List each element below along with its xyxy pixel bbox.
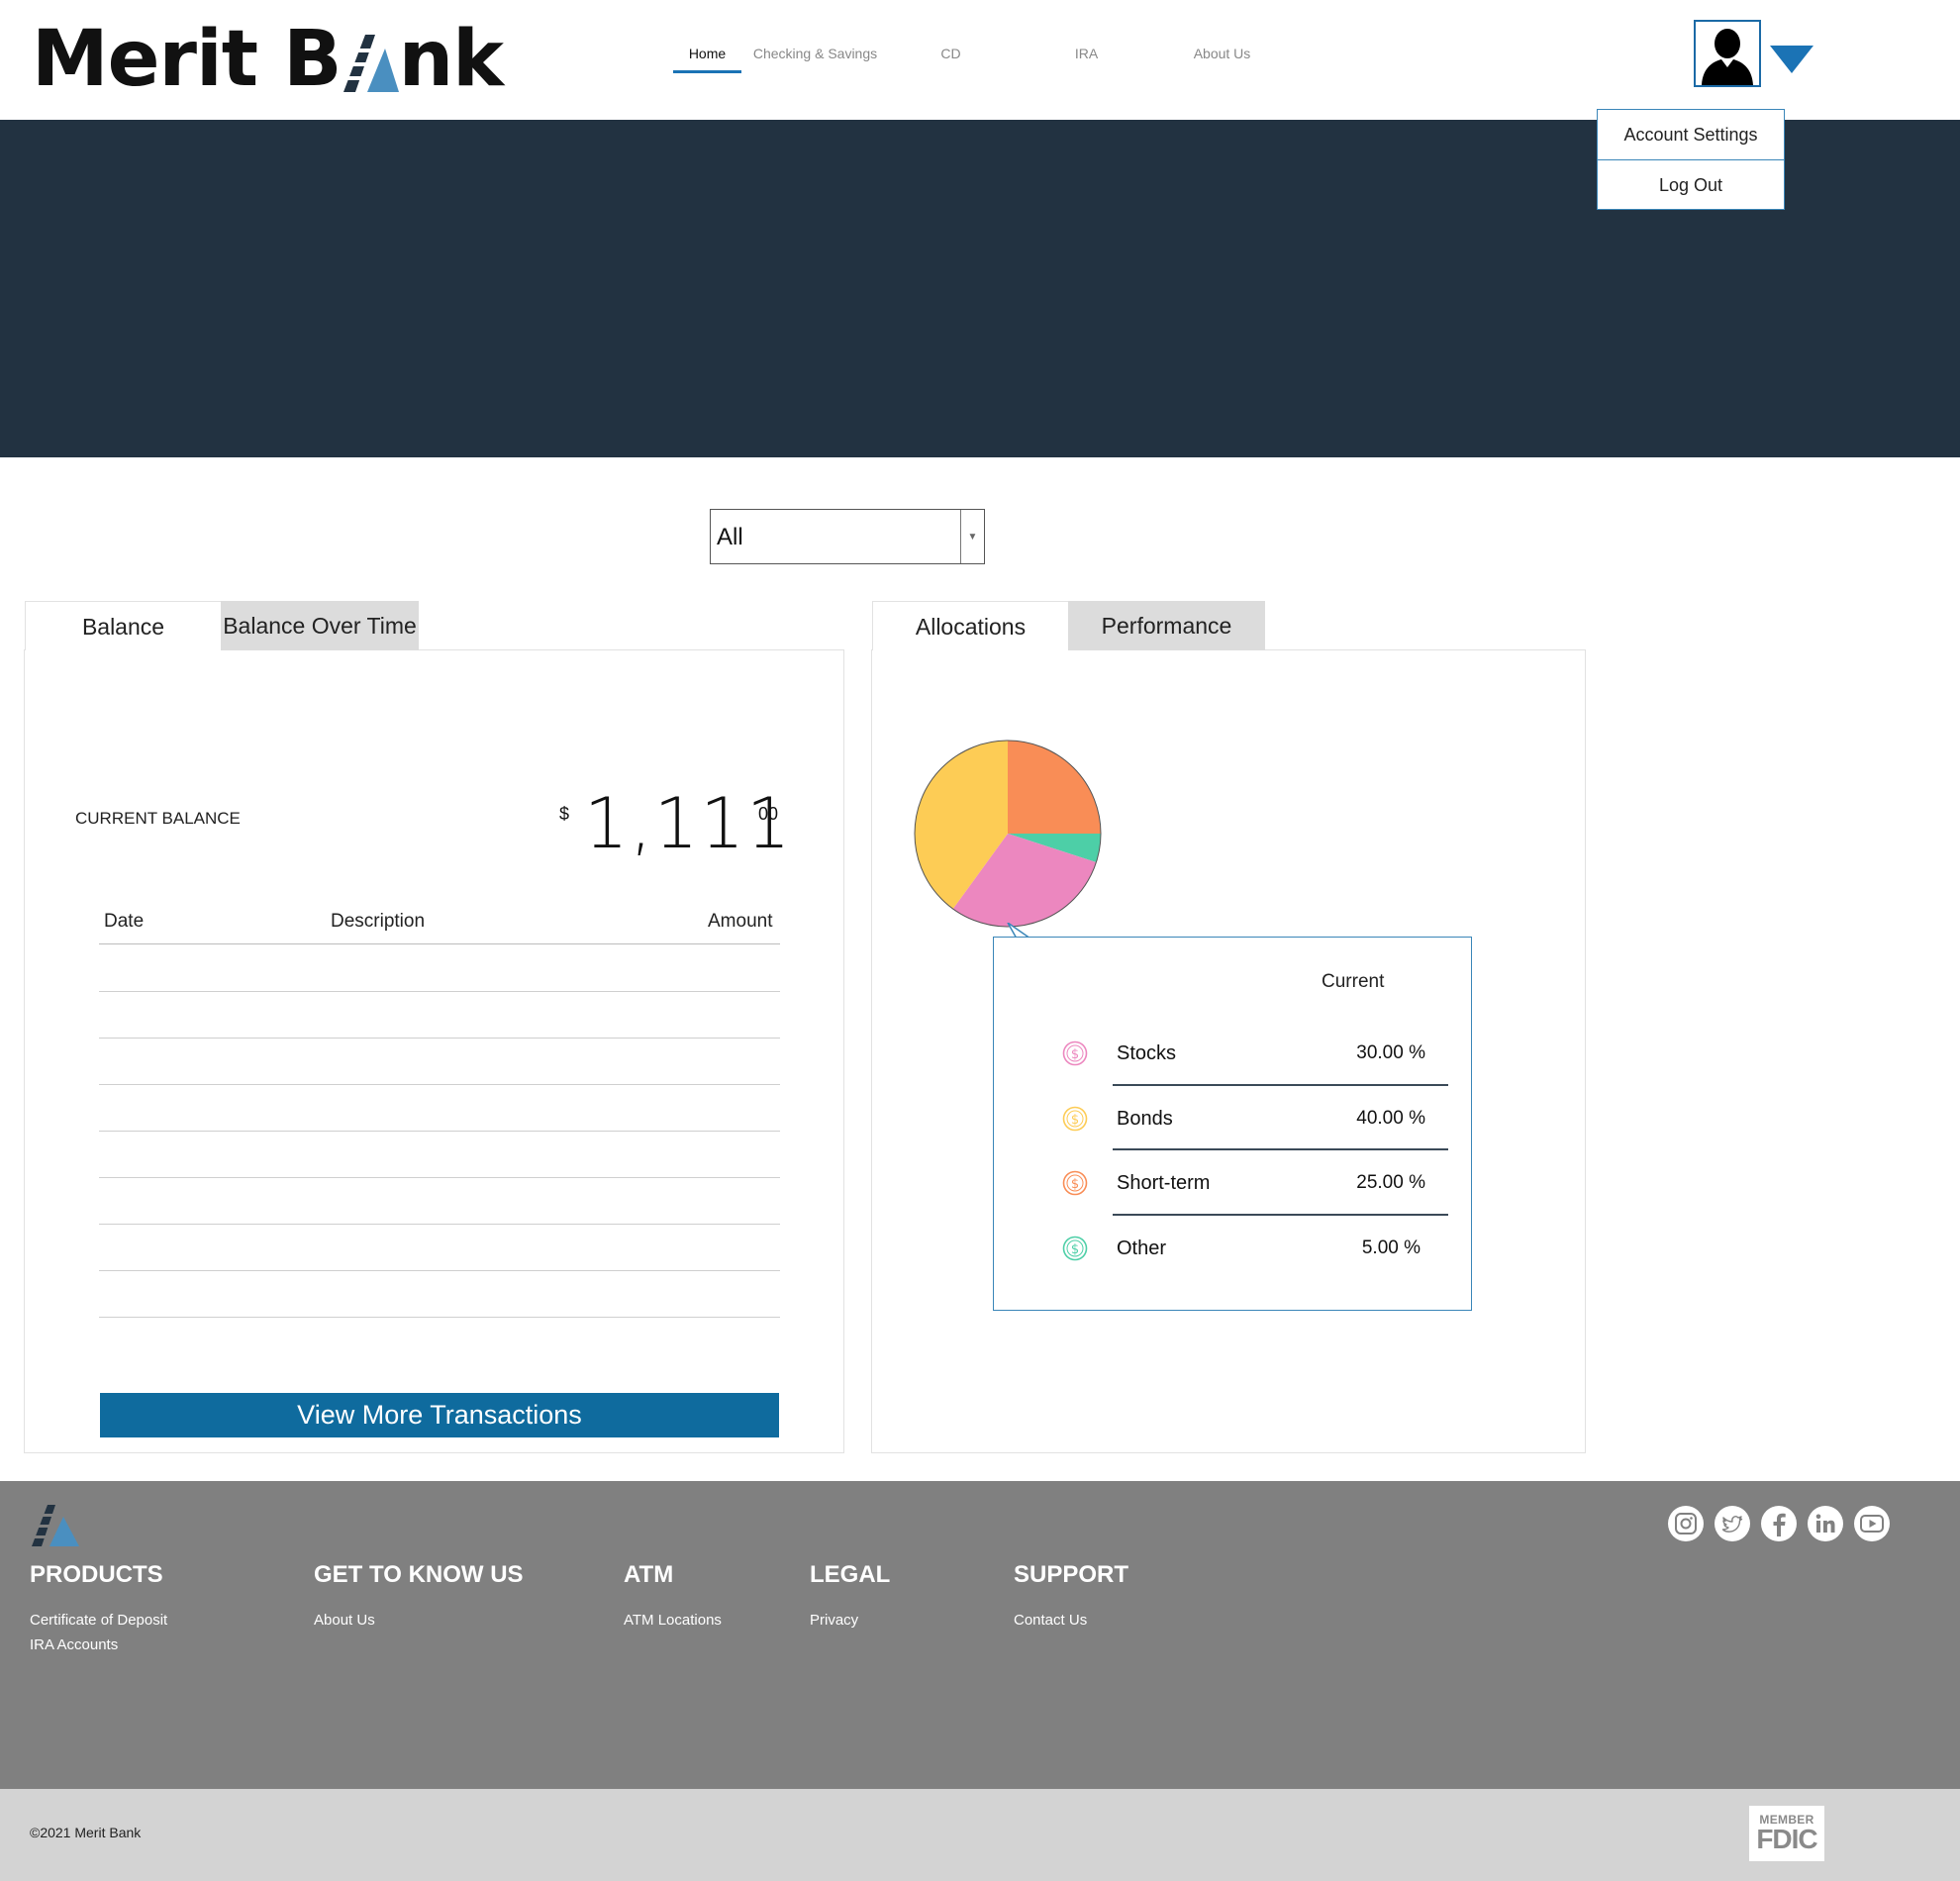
allocation-column-header: Current [1322, 971, 1385, 992]
nav-home[interactable]: Home [673, 38, 741, 75]
footer-column-atm: ATM ATM Locations [624, 1561, 722, 1633]
svg-text:$: $ [1071, 1242, 1079, 1257]
user-silhouette-icon [1702, 29, 1753, 85]
table-row [99, 1084, 780, 1085]
footer-link-about-us[interactable]: About Us [314, 1608, 524, 1633]
instagram-icon[interactable] [1668, 1506, 1704, 1541]
fdic-badge: MEMBER FDIC [1749, 1806, 1824, 1861]
svg-text:$: $ [1071, 1047, 1079, 1062]
tab-balance-over-time[interactable]: Balance Over Time [221, 601, 419, 650]
column-header-amount: Amount [708, 911, 773, 932]
facebook-icon[interactable] [1761, 1506, 1797, 1541]
footer-column-legal: LEGAL Privacy [810, 1561, 890, 1633]
column-header-description: Description [331, 911, 426, 932]
tab-allocations[interactable]: Allocations [872, 601, 1068, 650]
view-more-transactions-button[interactable]: View More Transactions [100, 1393, 779, 1437]
allocation-divider [1113, 1084, 1448, 1086]
footer-link-ira-accounts[interactable]: IRA Accounts [30, 1633, 167, 1657]
table-row [99, 1038, 780, 1039]
account-select-value: All [717, 524, 743, 550]
table-header-divider [99, 943, 780, 944]
site-footer [0, 1481, 1960, 1789]
tab-balance[interactable]: Balance [25, 601, 221, 650]
allocation-percent: 5.00 % [1361, 1238, 1421, 1258]
logo-mountain-icon [343, 35, 399, 92]
allocation-row-bonds: $ Bonds 40.00 % [1062, 1106, 1450, 1136]
allocation-name: Bonds [1117, 1108, 1173, 1130]
dollar-coin-icon: $ [1062, 1170, 1088, 1196]
footer-heading: PRODUCTS [30, 1561, 163, 1588]
allocation-percent: 30.00 % [1356, 1042, 1425, 1063]
svg-text:$: $ [1071, 1113, 1079, 1128]
pie-slice-short-term [1008, 741, 1101, 834]
menu-account-settings[interactable]: Account Settings [1598, 110, 1784, 159]
allocation-name: Stocks [1117, 1042, 1177, 1064]
footer-heading: LEGAL [810, 1561, 891, 1588]
tab-performance[interactable]: Performance [1068, 601, 1265, 650]
svg-text:$: $ [1071, 1177, 1079, 1192]
allocation-percent: 25.00 % [1356, 1172, 1425, 1193]
main-nav: Home Checking & Savings CD IRA About Us [673, 38, 1290, 75]
footer-link-privacy[interactable]: Privacy [810, 1608, 890, 1633]
allocation-name: Short-term [1117, 1172, 1211, 1194]
allocation-row-short-term: $ Short-term 25.00 % [1062, 1170, 1450, 1200]
allocation-row-stocks: $ Stocks 30.00 % [1062, 1040, 1450, 1070]
merit-bank-logo[interactable]: Merit B nk [32, 15, 504, 104]
balance-panel [24, 649, 844, 1453]
footer-heading: SUPPORT [1014, 1561, 1129, 1588]
chevron-down-icon[interactable] [1768, 44, 1815, 75]
user-dropdown-menu: Account Settings Log Out [1597, 109, 1785, 210]
menu-log-out[interactable]: Log Out [1598, 159, 1784, 209]
allocation-percent: 40.00 % [1356, 1108, 1425, 1129]
table-row [99, 1131, 780, 1132]
column-header-date: Date [104, 911, 145, 932]
dollar-coin-icon: $ [1062, 1236, 1088, 1261]
footer-column-support: SUPPORT Contact Us [1014, 1561, 1128, 1633]
logo-text-part2: nk [398, 15, 504, 104]
footer-link-certificate-of-deposit[interactable]: Certificate of Deposit [30, 1608, 167, 1633]
account-select[interactable]: All ▼ [710, 509, 985, 564]
footer-heading: ATM [624, 1561, 674, 1588]
footer-link-atm-locations[interactable]: ATM Locations [624, 1608, 722, 1633]
allocation-divider [1113, 1148, 1448, 1150]
fdic-text: FDIC [1756, 1824, 1817, 1854]
linkedin-icon[interactable] [1808, 1506, 1843, 1541]
nav-about-us[interactable]: About Us [1154, 38, 1290, 75]
current-balance-label: CURRENT BALANCE [75, 809, 241, 828]
table-row [99, 1224, 780, 1225]
footer-logo-icon[interactable] [30, 1503, 85, 1546]
select-arrow-icon[interactable]: ▼ [960, 510, 984, 563]
twitter-icon[interactable] [1715, 1506, 1750, 1541]
footer-column-get-to-know-us: GET TO KNOW US About Us [314, 1561, 524, 1633]
user-avatar[interactable] [1694, 20, 1761, 87]
allocation-pie-chart [914, 740, 1102, 928]
logo-text-part1: Merit B [32, 15, 343, 104]
table-row [99, 991, 780, 992]
site-header: Merit B nk Home Checking & Savings CD IR… [0, 0, 1960, 120]
nav-ira[interactable]: IRA [1019, 38, 1154, 75]
youtube-icon[interactable] [1854, 1506, 1890, 1541]
footer-column-products: PRODUCTS Certificate of Deposit IRA Acco… [30, 1561, 167, 1657]
dollar-coin-icon: $ [1062, 1040, 1088, 1066]
nav-checking-savings[interactable]: Checking & Savings [747, 38, 883, 75]
table-row [99, 1317, 780, 1318]
table-row [99, 1177, 780, 1178]
allocation-name: Other [1117, 1238, 1167, 1259]
balance-cents: 00 [758, 804, 779, 824]
allocation-row-other: $ Other 5.00 % [1062, 1236, 1450, 1265]
table-row [99, 1270, 780, 1271]
footer-bottom-bar [0, 1789, 1960, 1881]
footer-heading: GET TO KNOW US [314, 1561, 524, 1588]
copyright-text: ©2021 Merit Bank [30, 1825, 142, 1840]
nav-cd[interactable]: CD [883, 38, 1019, 75]
allocation-divider [1113, 1214, 1448, 1216]
dollar-coin-icon: $ [1062, 1106, 1088, 1132]
currency-symbol: $ [559, 804, 570, 824]
footer-link-contact-us[interactable]: Contact Us [1014, 1608, 1128, 1633]
